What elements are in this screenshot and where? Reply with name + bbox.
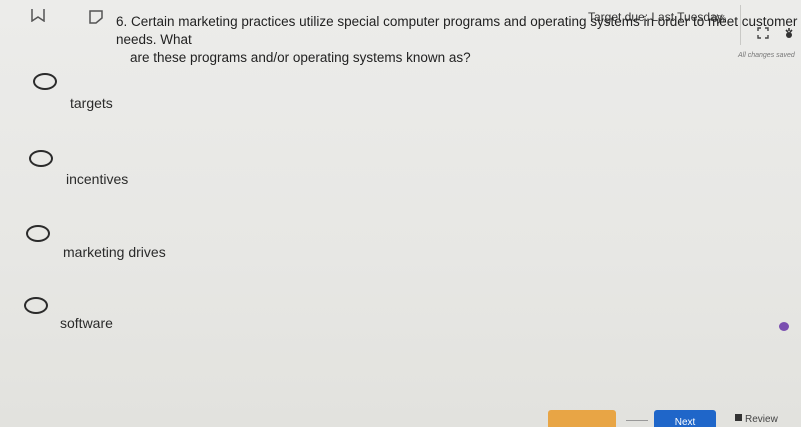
radio-button[interactable] — [26, 225, 50, 242]
question-line-2: are these programs and/or operating syst… — [130, 50, 471, 65]
question-line-1: Certain marketing practices utilize spec… — [116, 14, 798, 47]
radio-button[interactable] — [24, 297, 48, 314]
option-label[interactable]: incentives — [66, 171, 128, 187]
option-label[interactable]: targets — [70, 95, 113, 111]
assessment-page: Target due: Last Tuesday 0% All changes … — [0, 0, 801, 427]
question-text: 6. Certain marketing practices utilize s… — [116, 13, 800, 67]
radio-button[interactable] — [29, 150, 53, 167]
question-number: 6. — [116, 14, 128, 29]
next-button[interactable]: Next — [654, 410, 716, 427]
footer-divider — [626, 420, 648, 421]
footer-orange-button[interactable] — [548, 410, 616, 427]
option-label[interactable]: software — [60, 315, 113, 331]
bookmark-icon[interactable] — [30, 8, 46, 22]
flag-icon[interactable] — [88, 10, 104, 24]
status-dot — [779, 322, 789, 331]
review-button[interactable]: Review — [735, 414, 778, 425]
radio-button[interactable] — [33, 73, 57, 90]
option-label[interactable]: marketing drives — [63, 244, 166, 260]
